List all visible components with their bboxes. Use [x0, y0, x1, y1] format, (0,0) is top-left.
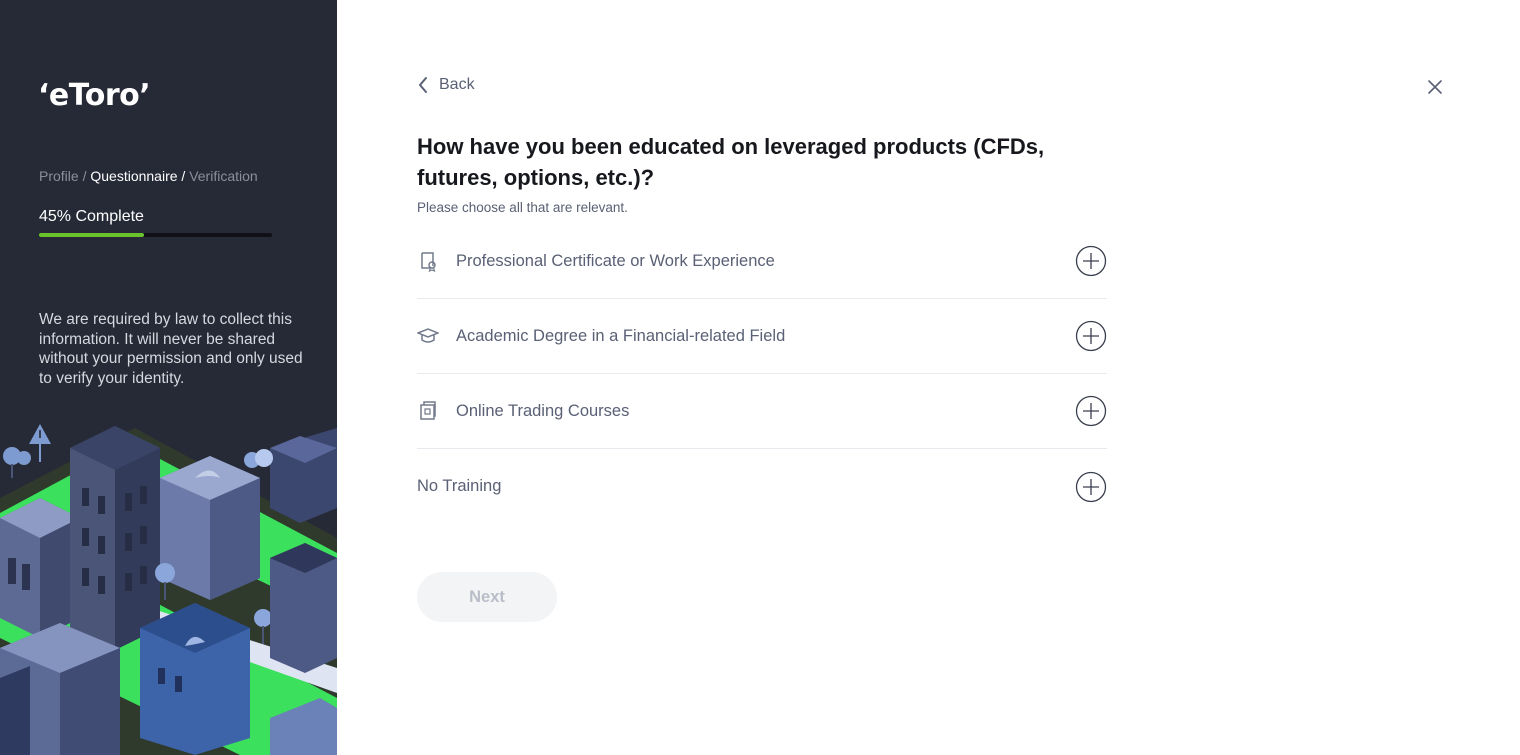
plus-circle-icon[interactable] — [1075, 245, 1107, 277]
certificate-icon — [417, 248, 443, 274]
plus-circle-icon[interactable] — [1075, 320, 1107, 352]
city-illustration — [0, 424, 337, 755]
plus-circle-icon[interactable] — [1075, 395, 1107, 427]
breadcrumb-verification: Verification — [189, 168, 258, 184]
option-academic-degree[interactable]: Academic Degree in a Financial-related F… — [417, 299, 1107, 374]
breadcrumb-profile: Profile / — [39, 168, 87, 184]
etoro-logo: ‘eToro’ — [38, 78, 151, 113]
option-no-training[interactable]: No Training — [417, 449, 1107, 524]
question-hint: Please choose all that are relevant. — [417, 200, 628, 215]
course-book-icon — [417, 398, 443, 424]
option-online-courses[interactable]: Online Trading Courses — [417, 374, 1107, 449]
breadcrumb: Profile / Questionnaire / Verification — [39, 168, 258, 184]
option-label: No Training — [417, 477, 502, 495]
close-icon[interactable] — [1426, 78, 1444, 96]
option-professional-certificate[interactable]: Professional Certificate or Work Experie… — [417, 224, 1107, 299]
chevron-left-icon — [419, 77, 427, 93]
breadcrumb-questionnaire: Questionnaire / — [90, 168, 186, 184]
progress-label: 45% Complete — [39, 208, 144, 225]
graduation-cap-icon — [417, 323, 443, 349]
next-button[interactable]: Next — [417, 572, 557, 622]
options-list: Professional Certificate or Work Experie… — [417, 224, 1107, 524]
progress-fill — [39, 233, 144, 237]
question-title: How have you been educated on leveraged … — [417, 134, 1045, 190]
option-label: Online Trading Courses — [456, 401, 630, 420]
sidebar: ‘eToro’ Profile / Questionnaire / Verifi… — [0, 0, 337, 755]
back-label: Back — [439, 76, 475, 93]
option-label: Academic Degree in a Financial-related F… — [456, 326, 786, 345]
back-button[interactable]: Back — [417, 76, 475, 94]
plus-circle-icon[interactable] — [1075, 471, 1107, 503]
legal-notice: We are required by law to collect this i… — [39, 311, 303, 387]
option-label: Professional Certificate or Work Experie… — [456, 251, 775, 270]
progress-bar — [39, 233, 272, 237]
